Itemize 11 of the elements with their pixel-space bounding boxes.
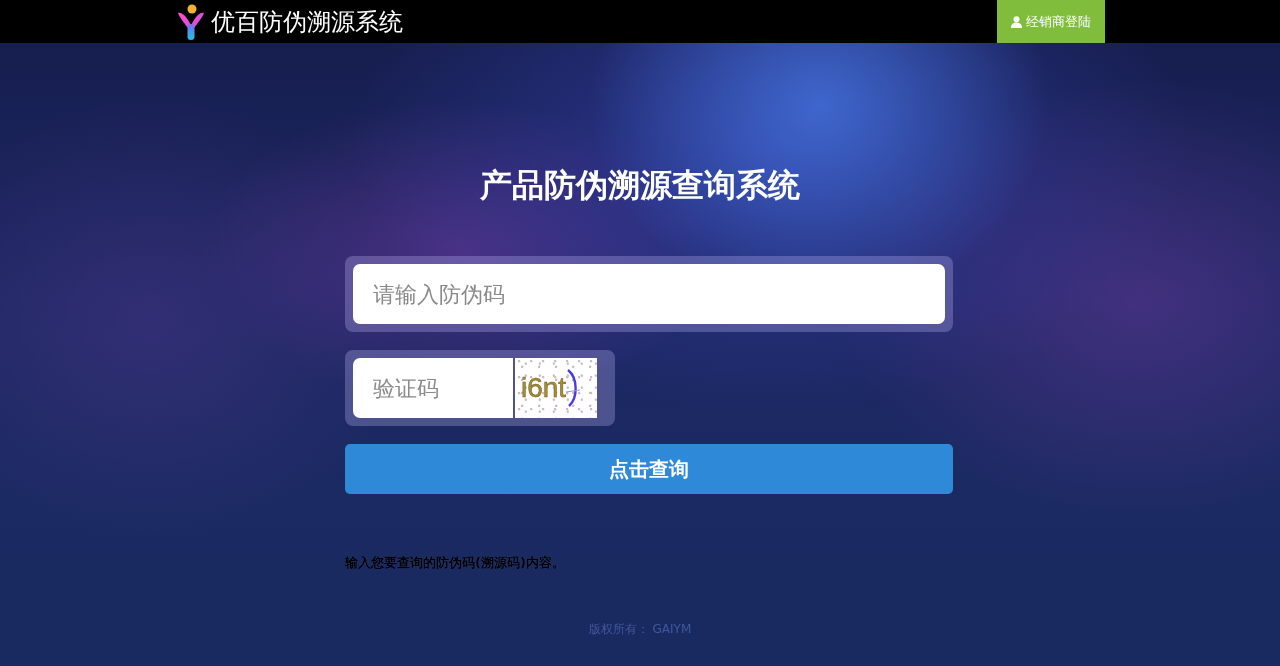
search-button[interactable]: 点击查询: [345, 444, 953, 494]
logo-text: 优百防伪溯源系统: [211, 7, 403, 37]
dealer-login-button[interactable]: 经销商登陆: [997, 0, 1105, 43]
captcha-noise-icon: [566, 368, 581, 408]
copyright-text: 版权所有： GAIYM: [588, 622, 692, 636]
captcha-input-field[interactable]: 验证码: [353, 358, 513, 418]
code-input-field[interactable]: 请输入防伪码: [353, 264, 945, 324]
hint-text: 输入您要查询的防伪码(溯源码)内容。: [345, 555, 565, 571]
user-icon: [1011, 15, 1022, 28]
logo-icon: [177, 3, 205, 40]
page-title: 产品防伪溯源查询系统: [479, 165, 801, 205]
